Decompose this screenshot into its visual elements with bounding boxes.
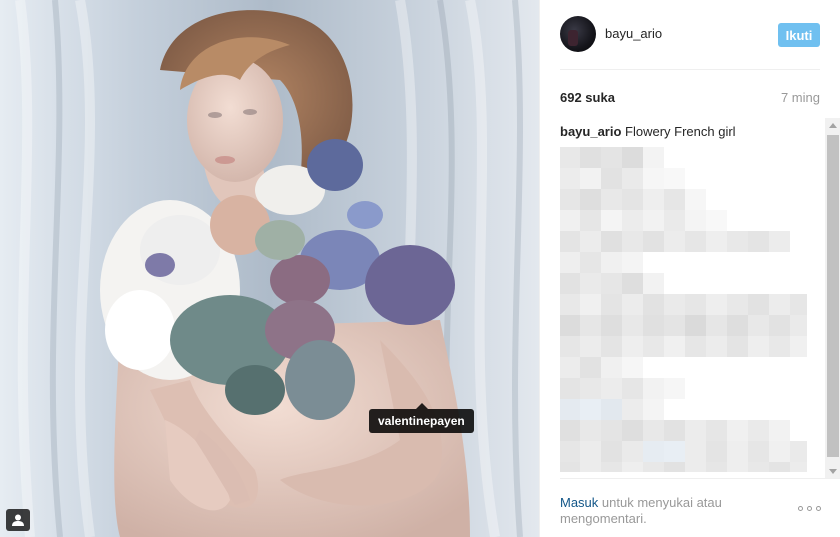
login-link[interactable]: Masuk bbox=[560, 495, 598, 510]
post-photo[interactable]: valentinepayen bbox=[0, 0, 539, 537]
scroll-up-arrow-icon[interactable] bbox=[825, 118, 840, 132]
post-footer: Masuk untuk menyukai atau mengomentari. bbox=[560, 478, 840, 537]
photo-illustration bbox=[0, 0, 539, 537]
comments-scrollbar[interactable] bbox=[825, 118, 840, 478]
follow-button[interactable]: Ikuti bbox=[778, 23, 820, 47]
caption: bayu_ario Flowery French girl bbox=[560, 124, 736, 139]
caption-username[interactable]: bayu_ario bbox=[560, 124, 621, 139]
login-prompt: Masuk untuk menyukai atau mengomentari. bbox=[560, 495, 750, 527]
post-stats: 692 suka 7 ming bbox=[560, 90, 820, 108]
scroll-down-arrow-icon[interactable] bbox=[825, 464, 840, 478]
people-tag-label[interactable]: valentinepayen bbox=[369, 403, 474, 433]
more-options-icon bbox=[798, 506, 803, 511]
caption-text: Flowery French girl bbox=[625, 124, 736, 139]
author-username[interactable]: bayu_ario bbox=[605, 26, 662, 41]
more-options-button[interactable] bbox=[798, 501, 822, 515]
comments-list[interactable]: bayu_ario Flowery French girl bbox=[560, 118, 840, 478]
post-header: bayu_ario Ikuti bbox=[560, 0, 820, 70]
scrollbar-thumb[interactable] bbox=[827, 135, 839, 457]
post-sidebar: bayu_ario Ikuti 692 suka 7 ming bayu_ari… bbox=[539, 0, 840, 537]
post-time[interactable]: 7 ming bbox=[781, 90, 820, 105]
likes-count[interactable]: 692 suka bbox=[560, 90, 615, 105]
pixelated-comments bbox=[560, 147, 807, 472]
show-tags-button[interactable] bbox=[6, 509, 30, 531]
avatar[interactable] bbox=[560, 16, 596, 52]
user-tag-icon bbox=[12, 514, 24, 526]
